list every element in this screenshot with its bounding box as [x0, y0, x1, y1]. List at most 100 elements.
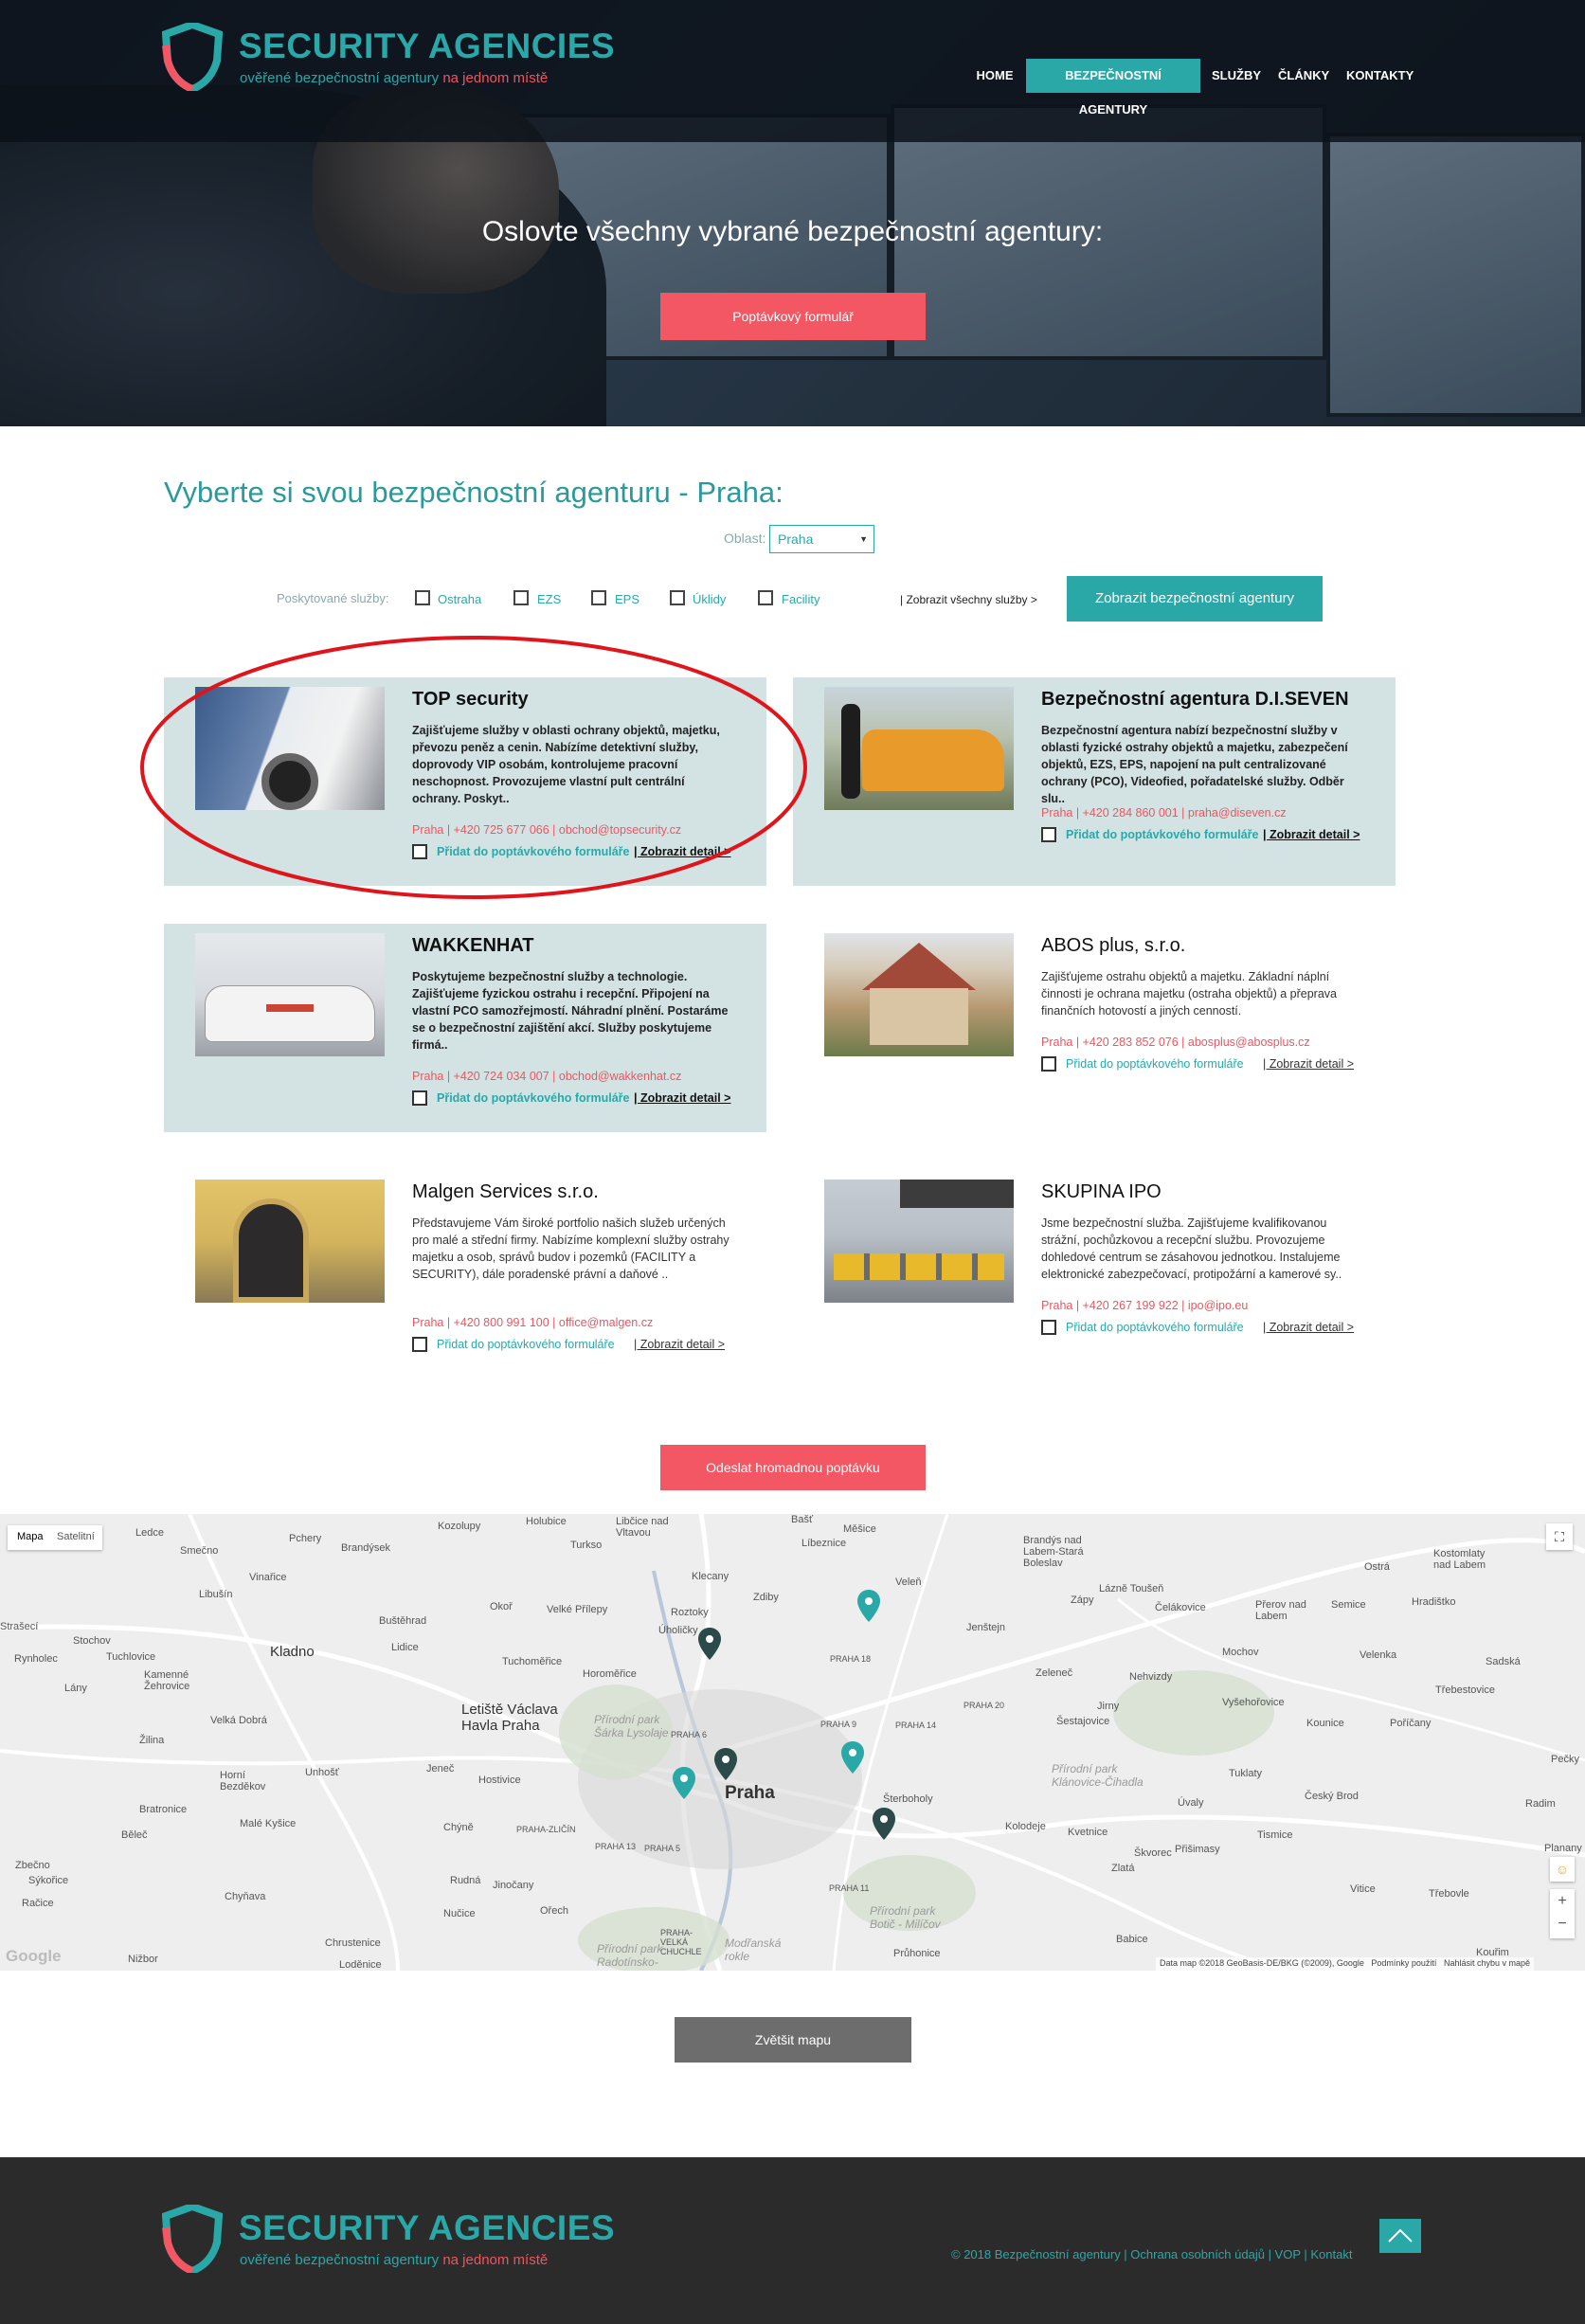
brand-title[interactable]: SECURITY AGENCIES [239, 27, 615, 66]
send-bulk-inquiry-button[interactable]: Odeslat hromadnou poptávku [660, 1445, 926, 1490]
show-detail-link[interactable]: | Zobrazit detail > [634, 1091, 730, 1105]
agency-thumbnail[interactable] [824, 1180, 1014, 1303]
agency-name[interactable]: Bezpečnostní agentura D.I.SEVEN [1041, 689, 1349, 711]
map-place: Kozolupy [438, 1521, 481, 1532]
show-detail-link[interactable]: | Zobrazit detail > [634, 1338, 725, 1351]
map-place: Lány [64, 1683, 87, 1694]
map-attribution-text: Data map ©2018 GeoBasis-DE/BKG (©2009), … [1160, 1958, 1364, 1968]
agency-name[interactable]: WAKKENHAT [412, 935, 534, 957]
nav-security-agencies[interactable]: BEZPEČNOSTNÍ AGENTURY [1026, 59, 1200, 117]
map-place: Mochov [1222, 1647, 1259, 1658]
service-checkbox-uklidy[interactable] [670, 590, 685, 605]
show-detail-link[interactable]: | Zobrazit detail > [1263, 1321, 1354, 1334]
map-report-link[interactable]: Nahlásit chybu v mapě [1444, 1958, 1530, 1968]
map-place: Smečno [180, 1545, 219, 1557]
agency-description: Představujeme Vám široké portfolio našic… [412, 1216, 729, 1281]
map-place: Rynholec [14, 1653, 58, 1665]
add-to-form-label[interactable]: Přidat do poptávkového formuláře [437, 1338, 615, 1351]
street-view-icon[interactable]: ☺ [1550, 1857, 1575, 1882]
map-place: Brandýsek [341, 1542, 390, 1554]
map-place: Kladno [270, 1644, 315, 1660]
map-place: Chýně [443, 1822, 474, 1833]
enlarge-map-button[interactable]: Zvětšit mapu [675, 2017, 911, 2063]
map-pin-icon[interactable] [673, 1767, 695, 1799]
service-label-facility: Facility [782, 592, 820, 606]
footer-brand-title[interactable]: SECURITY AGENCIES [239, 2208, 615, 2248]
agency-thumbnail[interactable] [824, 687, 1014, 810]
footer-brand-tagline: ověřené bezpečnostní agentury na jednom … [240, 2252, 548, 2268]
zoom-out-icon[interactable]: − [1550, 1914, 1575, 1938]
agency-contact: Praha | +420 267 199 922 | ipo@ipo.eu [1041, 1299, 1249, 1312]
map-place: Sadská [1486, 1656, 1521, 1667]
add-to-form-label[interactable]: Přidat do poptávkového formuláře [1066, 1057, 1244, 1071]
map-district: PRAHA 9 [820, 1720, 857, 1729]
area-select[interactable]: Praha ▼ [769, 525, 874, 553]
agency-thumbnail[interactable] [195, 1180, 385, 1303]
agency-name[interactable]: SKUPINA IPO [1041, 1181, 1162, 1203]
show-agencies-button[interactable]: Zobrazit bezpečnostní agentury [1067, 576, 1323, 622]
show-all-services-link[interactable]: | Zobrazit všechny služby > [900, 593, 1037, 606]
map-place: Zeleneč [1036, 1667, 1073, 1679]
service-checkbox-eps[interactable] [591, 590, 606, 605]
agency-thumbnail[interactable] [195, 933, 385, 1056]
map-place: Pchery [289, 1533, 322, 1544]
zoom-in-icon[interactable]: + [1550, 1889, 1575, 1914]
brand-tagline-part2: na jednom místě [442, 2252, 549, 2268]
shield-logo-icon[interactable] [162, 2205, 223, 2273]
add-to-form-checkbox[interactable] [412, 1090, 427, 1106]
map-place: Libušín [199, 1589, 233, 1600]
footer: SECURITY AGENCIES ověřené bezpečnostní a… [0, 2157, 1585, 2324]
agency-name[interactable]: ABOS plus, s.r.o. [1041, 935, 1185, 957]
map-pin-icon[interactable] [873, 1808, 895, 1840]
agency-thumbnail[interactable] [824, 933, 1014, 1056]
map-pin-icon[interactable] [857, 1590, 880, 1622]
map-pin-icon[interactable] [698, 1628, 721, 1660]
fullscreen-icon[interactable]: ⛶ [1546, 1523, 1573, 1550]
scroll-to-top-button[interactable] [1379, 2219, 1421, 2253]
yellow-cars-row [834, 1253, 1004, 1280]
add-to-form-label[interactable]: Přidat do poptávkového formuláře [1066, 1321, 1244, 1334]
service-label-eps: EPS [615, 592, 640, 606]
agency-card-malgen: Malgen Services s.r.o. Představujeme Vám… [164, 1170, 766, 1378]
service-checkbox-ezs[interactable] [513, 590, 529, 605]
show-detail-link[interactable]: | Zobrazit detail > [1263, 828, 1360, 841]
chevron-up-icon [1388, 2228, 1413, 2243]
map-place: Ostrá [1364, 1561, 1390, 1573]
agency-description: Jsme bezpečnostní služba. Zajišťujeme kv… [1041, 1216, 1342, 1281]
map-pin-icon[interactable] [714, 1748, 737, 1780]
add-to-form-label[interactable]: Přidat do poptávkového formuláře [1066, 828, 1259, 841]
agency-name[interactable]: Malgen Services s.r.o. [412, 1181, 599, 1203]
map-tab[interactable]: Mapa [17, 1531, 44, 1542]
map-place: Horní Bezděkov [220, 1770, 266, 1793]
nav-home[interactable]: HOME [976, 59, 1014, 93]
map[interactable]: Mapa Satelitní ⛶ Praha Kladno Letiště Vá… [0, 1514, 1585, 1971]
nav-services[interactable]: SLUŽBY [1212, 59, 1261, 93]
header-bar: SECURITY AGENCIES ověřené bezpečnostní a… [0, 0, 1585, 142]
satellite-tab[interactable]: Satelitní [57, 1531, 95, 1542]
add-to-form-checkbox[interactable] [1041, 1056, 1056, 1072]
shield-logo-icon[interactable] [162, 23, 223, 91]
nav-contacts[interactable]: KONTAKTY [1346, 59, 1414, 93]
footer-links[interactable]: © 2018 Bezpečnostní agentury | Ochrana o… [951, 2247, 1352, 2261]
map-place: Žilina [139, 1735, 165, 1746]
map-pin-icon[interactable] [841, 1741, 864, 1774]
map-place: Škvorec [1134, 1847, 1172, 1859]
building-canopy [900, 1180, 1014, 1208]
google-logo[interactable]: Google [6, 1947, 62, 1966]
inquiry-form-button[interactable]: Poptávkový formulář [660, 293, 926, 340]
map-terms-link[interactable]: Podmínky použití [1371, 1958, 1436, 1968]
add-to-form-checkbox[interactable] [1041, 1320, 1056, 1335]
service-label-ezs: EZS [537, 592, 562, 606]
show-detail-link[interactable]: | Zobrazit detail > [1263, 1057, 1354, 1071]
add-to-form-checkbox[interactable] [412, 1337, 427, 1352]
agency-card-skupina-ipo: SKUPINA IPO Jsme bezpečnostní služba. Za… [793, 1170, 1396, 1378]
agency-card-diseven: Bezpečnostní agentura D.I.SEVEN Bezpečno… [793, 677, 1396, 886]
map-place: Zdiby [753, 1592, 779, 1603]
add-to-form-label[interactable]: Přidat do poptávkového formuláře [437, 1091, 630, 1105]
map-place: Ledce [135, 1527, 164, 1539]
nav-articles[interactable]: ČLÁNKY [1278, 59, 1329, 93]
add-to-form-checkbox[interactable] [1041, 827, 1056, 842]
service-checkbox-facility[interactable] [758, 590, 773, 605]
map-place: Brandýs nad Labem-Stará Boleslav [1023, 1535, 1084, 1569]
service-checkbox-ostraha[interactable] [415, 590, 430, 605]
